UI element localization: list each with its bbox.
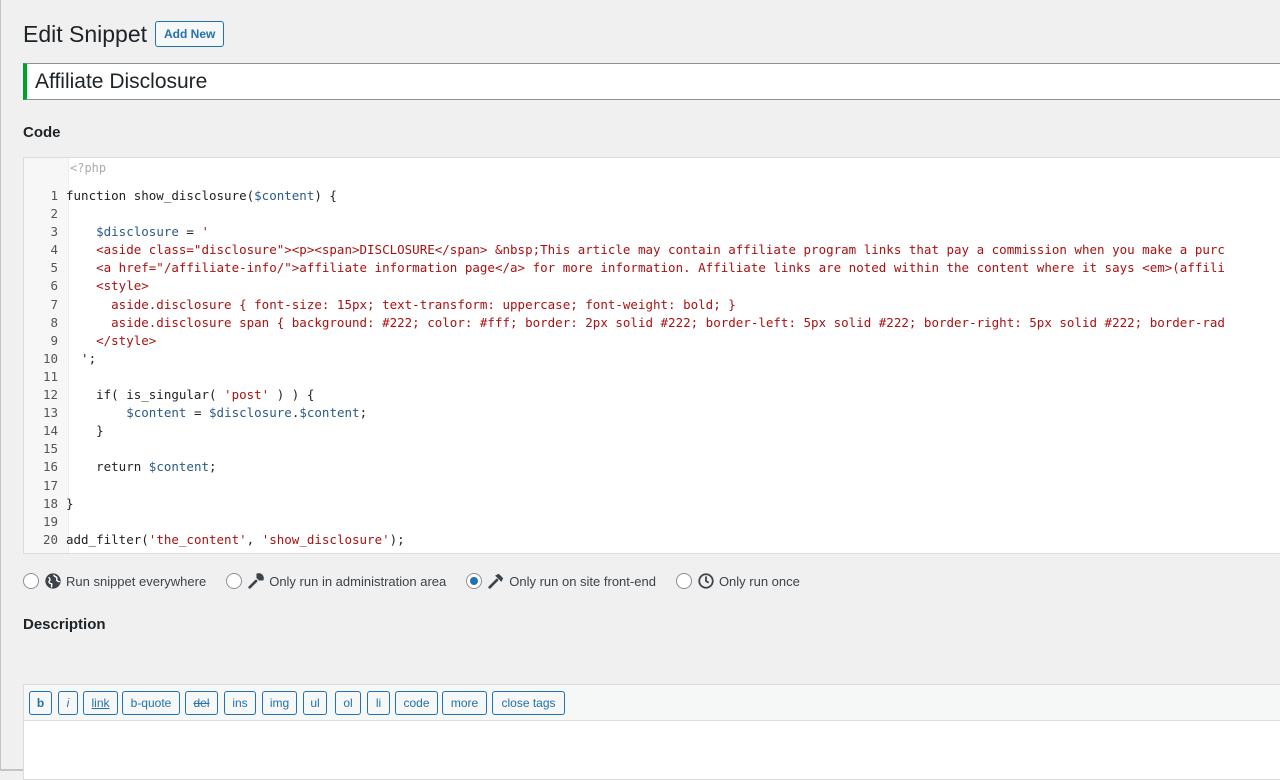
- code-line-text: add_filter('the_content', 'show_disclosu…: [66, 531, 405, 547]
- quicktag-i-button[interactable]: i: [58, 691, 78, 715]
- code-line: 10 ';: [24, 350, 1225, 368]
- quicktag-code-button[interactable]: code: [395, 691, 438, 715]
- code-line-text: }: [66, 495, 74, 511]
- page-title: Edit Snippet: [23, 21, 148, 47]
- code-lines: 1 function show_disclosure($content) { 2 3 …: [24, 187, 1225, 549]
- code-line: 18}: [24, 495, 1225, 513]
- add-new-button[interactable]: Add New: [155, 21, 225, 47]
- code-line-text: return $content;: [66, 459, 217, 475]
- code-line: 12 if( is_singular( 'post' ) ) {: [24, 386, 1225, 404]
- line-number: 7: [50, 296, 58, 312]
- code-line-text: $content = $disclosure.$content;: [126, 405, 368, 421]
- hammer-icon: [487, 572, 505, 590]
- description-textarea[interactable]: [23, 720, 1280, 780]
- run-option-label: Only run once: [718, 573, 800, 589]
- line-number: 16: [42, 459, 58, 475]
- quicktags-toolbar: b i link b-quote del ins img ul ol li code more clos…: [23, 684, 1280, 721]
- code-line: 9 </style>: [24, 332, 1225, 350]
- globe-icon: [44, 572, 62, 590]
- code-line-text: <style>: [66, 278, 149, 294]
- radio-button[interactable]: [675, 573, 692, 589]
- radio-button[interactable]: [23, 573, 39, 589]
- line-number: 12: [42, 387, 58, 403]
- code-line: 5 <a href="/affiliate-info/">affiliate i…: [24, 259, 1225, 277]
- description-heading: Description: [23, 616, 106, 633]
- code-line-text: }: [66, 423, 104, 439]
- code-line: 7 aside.disclosure { font-size: 15px; te…: [24, 296, 1225, 314]
- run-option-1[interactable]: Only run in administration area: [226, 572, 446, 590]
- window-left-border: [0, 0, 1, 771]
- code-line: 19: [24, 513, 1225, 531]
- line-number: 2: [50, 206, 58, 222]
- line-number: 14: [42, 423, 58, 439]
- line-number: 13: [42, 405, 58, 421]
- line-number: 5: [50, 260, 58, 276]
- code-line: 16 return $content;: [24, 458, 1225, 476]
- line-number: 10: [42, 350, 58, 366]
- quicktag-del-button[interactable]: del: [185, 691, 218, 715]
- code-line: 1 function show_disclosure($content) {: [24, 187, 1225, 205]
- run-option-label: Run snippet everywhere: [66, 573, 207, 589]
- quicktag-more-button[interactable]: more: [442, 691, 487, 715]
- code-line-text: <aside class="disclosure"><p><span>DISCL…: [66, 242, 1225, 258]
- quicktag-img-button[interactable]: img: [262, 691, 297, 715]
- code-line-text: <a href="/affiliate-info/">affiliate inf…: [66, 260, 1225, 276]
- run-option-label: Only run in administration area: [269, 573, 447, 589]
- quicktag-ul-button[interactable]: ul: [303, 691, 327, 715]
- quicktag-ol-button[interactable]: ol: [335, 691, 361, 715]
- clock-icon: [697, 572, 715, 590]
- run-option-2[interactable]: Only run on site front-end: [466, 572, 656, 590]
- line-number: 3: [50, 224, 58, 240]
- code-line-text: aside.disclosure { font-size: 15px; text…: [66, 296, 736, 312]
- radio-button[interactable]: [466, 573, 483, 589]
- run-option-label: Only run on site front-end: [509, 573, 656, 589]
- quicktag-b-button[interactable]: b: [29, 691, 52, 715]
- quicktag-li-button[interactable]: li: [367, 691, 390, 715]
- quicktag-b-quote-button[interactable]: b-quote: [122, 691, 180, 715]
- code-line-text: </style>: [66, 332, 157, 348]
- line-number: 17: [42, 477, 58, 493]
- code-line: 15: [24, 440, 1225, 458]
- code-line: 3 $disclosure = ': [24, 223, 1225, 241]
- line-number: 8: [50, 314, 58, 330]
- code-line: 8 aside.disclosure span { background: #2…: [24, 314, 1225, 332]
- code-line-text: function show_disclosure($content) {: [66, 188, 337, 203]
- run-scope-options: Run snippet everywhere Only run in admini…: [23, 571, 820, 591]
- line-number: 15: [42, 441, 58, 457]
- line-number: 20: [42, 531, 58, 547]
- line-number: 19: [42, 513, 58, 529]
- code-line: 14 }: [24, 422, 1225, 440]
- php-open-tag: <?php: [70, 161, 107, 175]
- code-line-text: $disclosure = ': [96, 224, 210, 240]
- code-line: 20 add_filter('the_content', 'show_disclo…: [24, 531, 1225, 549]
- code-line: 11: [24, 368, 1225, 386]
- line-number: 6: [50, 278, 58, 294]
- code-editor[interactable]: <?php 1 function show_disclosure($content…: [23, 157, 1280, 554]
- code-line: 13 $content = $disclosure.$content;: [24, 404, 1225, 422]
- code-line: 2: [24, 205, 1225, 223]
- line-number: 9: [50, 332, 58, 348]
- line-number: 18: [42, 495, 58, 511]
- code-line-text: ';: [66, 350, 97, 366]
- code-line-text: if( is_singular( 'post' ) ) {: [66, 387, 315, 403]
- quicktag-ins-button[interactable]: ins: [224, 691, 256, 715]
- quicktag-link-button[interactable]: link: [83, 691, 118, 715]
- run-option-0[interactable]: Run snippet everywhere: [23, 572, 206, 590]
- line-number: 11: [42, 368, 58, 384]
- code-heading: Code: [23, 124, 61, 141]
- wrench-icon: [247, 572, 265, 590]
- radio-button[interactable]: [226, 573, 243, 589]
- line-number: 4: [50, 242, 58, 258]
- code-line: 17: [24, 477, 1225, 495]
- line-number: 1: [50, 188, 58, 203]
- code-line: 4 <aside class="disclosure"><p><span>DIS…: [24, 241, 1225, 259]
- run-option-3[interactable]: Only run once: [675, 572, 800, 590]
- code-line-text: aside.disclosure span { background: #222…: [66, 314, 1225, 330]
- code-line: 6 <style>: [24, 277, 1225, 295]
- quicktag-close-tags-button[interactable]: close tags: [492, 691, 565, 715]
- snippet-title-input[interactable]: Affiliate Disclosure: [23, 63, 1280, 100]
